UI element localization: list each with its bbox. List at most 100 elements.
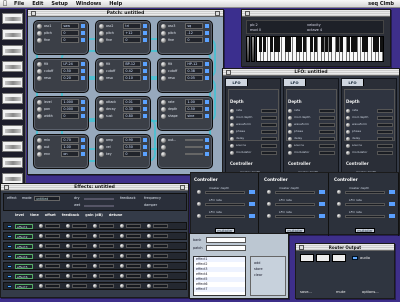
output-pad-2[interactable] [316,254,330,262]
black-key[interactable] [379,37,383,52]
param-toggle[interactable] [205,38,209,42]
knob-icon[interactable] [120,244,124,248]
knob-icon[interactable] [346,151,350,155]
wet-slider[interactable] [84,205,114,207]
lfo-tab[interactable]: LFO [226,79,248,86]
knob-icon[interactable] [161,137,166,143]
effect-param-value[interactable] [72,254,87,258]
effect-param-value[interactable] [45,244,60,248]
knob-icon[interactable] [66,234,70,238]
effect-enable-toggle[interactable] [7,234,12,238]
effect-param-value[interactable] [45,284,60,288]
knob-icon[interactable] [288,151,292,155]
knob-icon[interactable] [66,244,70,248]
param-value[interactable] [185,139,203,141]
effect-param-value[interactable] [153,264,168,268]
param-value[interactable]: LP-24 [61,61,79,67]
effect-param-value[interactable] [126,274,141,278]
effect-param-value[interactable] [126,244,141,248]
param-value[interactable]: 0 [61,37,79,43]
knob-icon[interactable] [37,68,42,74]
clear-button[interactable]: clear [254,273,262,277]
param-toggle[interactable] [143,152,147,156]
knob-icon[interactable] [161,151,166,157]
effect-param-value[interactable] [153,234,168,238]
param-value[interactable]: 0.05 [185,75,203,81]
knob-icon[interactable] [99,99,104,105]
effect-param-value[interactable] [72,274,87,278]
effect-param-value[interactable] [45,224,60,228]
knob-icon[interactable] [346,144,350,148]
effect-param-value[interactable] [99,224,114,228]
param-value[interactable]: 0.70 [61,137,79,143]
lfo-window-titlebar[interactable]: LFO: untitled [223,69,399,76]
param-value[interactable]: 0 [61,113,79,119]
knob-icon[interactable] [37,37,42,43]
knob-icon[interactable] [346,109,350,113]
knob-icon[interactable] [37,144,42,150]
param-value[interactable]: sine [185,113,203,119]
lfo-param-value[interactable] [377,116,393,120]
knob-icon[interactable] [161,30,166,36]
param-value[interactable]: sq [185,23,203,29]
apple-menu-icon[interactable]:  [0,0,10,7]
patch-module[interactable]: level 1.000 pan 0.000 width 0 [33,96,89,131]
effect-param-value[interactable] [126,264,141,268]
knob-icon[interactable] [230,116,234,120]
effect-type-select[interactable]: effect4 [15,253,33,259]
param-toggle[interactable] [205,107,209,111]
knob-icon[interactable] [267,202,271,206]
menu-help[interactable]: Help [105,1,126,7]
effect-param-value[interactable] [99,284,114,288]
black-key[interactable] [284,37,288,52]
knob-icon[interactable] [337,190,341,194]
effect-param-value[interactable] [126,254,141,258]
knob-icon[interactable] [288,130,292,134]
knob-icon[interactable] [120,224,124,228]
controller-value-bar[interactable] [205,191,245,194]
desktop-thumbnail[interactable] [2,141,23,152]
desktop-thumbnail[interactable] [2,45,23,56]
effect-enable-toggle[interactable] [7,224,12,228]
knob-icon[interactable] [346,123,350,127]
desktop-thumbnail[interactable] [2,157,23,168]
patch-module[interactable]: filt HP-12 cutoff 0.38 reso 0.05 [157,58,213,93]
knob-icon[interactable] [147,264,151,268]
lfo-param-value[interactable] [319,123,335,127]
param-value[interactable]: saw [61,23,79,29]
param-toggle[interactable] [143,76,147,80]
effect-type-select[interactable]: effect3 [15,243,33,249]
patch-module[interactable]: rate 1.00 depth 0.50 shape sine [157,96,213,131]
black-key[interactable] [361,37,365,52]
patch-module[interactable]: osc1 saw pitch 0 fine 0 [33,20,89,55]
knob-icon[interactable] [93,244,97,248]
effect-param-value[interactable] [153,254,168,258]
param-value[interactable]: BP-12 [123,61,141,67]
assign-icon[interactable] [319,214,325,218]
desktop-thumbnail[interactable] [2,109,23,120]
lfo-param-value[interactable] [377,130,393,134]
effect-enable-toggle[interactable] [7,244,12,248]
lfo-param-value[interactable] [261,151,277,155]
router-window-titlebar[interactable]: Router Output [296,244,394,251]
effect-param-value[interactable] [153,224,168,228]
knob-icon[interactable] [230,109,234,113]
patch-list[interactable]: effect1 effect2 effect3 effect4 effect5 effec… [193,256,246,296]
param-value[interactable]: tri [123,23,141,29]
knob-icon[interactable] [93,254,97,258]
knob-icon[interactable] [288,109,292,113]
param-toggle[interactable] [81,152,85,156]
param-toggle[interactable] [205,76,209,80]
lfo-tab[interactable]: LFO [342,79,364,86]
effect-param-value[interactable] [99,244,114,248]
assign-icon[interactable] [249,214,255,218]
output-switch[interactable] [352,256,358,260]
effect-enable-toggle[interactable] [7,264,12,268]
knob-icon[interactable] [120,234,124,238]
knob-icon[interactable] [99,30,104,36]
knob-icon[interactable] [161,144,166,150]
knob-icon[interactable] [120,274,124,278]
desktop-thumbnail[interactable] [2,125,23,136]
menu-edit[interactable]: Edit [28,1,47,7]
lfo-param-value[interactable] [319,130,335,134]
